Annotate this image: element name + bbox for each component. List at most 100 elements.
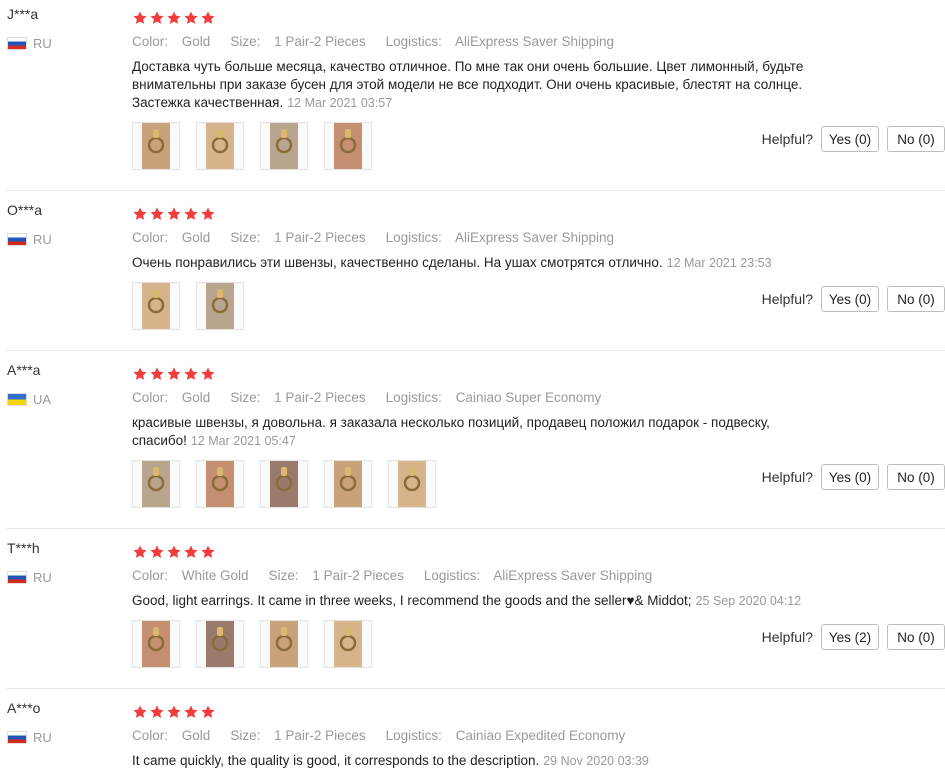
review-photo-thumbnail[interactable] bbox=[196, 460, 244, 508]
star-icon bbox=[166, 704, 182, 725]
rating-stars bbox=[132, 366, 216, 387]
review-photo-thumbnail[interactable] bbox=[324, 122, 372, 170]
helpful-label: Helpful? bbox=[761, 131, 813, 147]
reviewer-country: RU bbox=[7, 232, 52, 247]
logistics-info: Logistics: Cainiao Expedited Economy bbox=[385, 728, 626, 743]
star-icon bbox=[132, 10, 148, 31]
photo-icon bbox=[206, 461, 234, 507]
vote-no-button[interactable]: No (0) bbox=[887, 624, 945, 650]
country-code: RU bbox=[33, 570, 52, 585]
review-text: красивые швензы, я довольна. я заказала … bbox=[132, 414, 832, 450]
review-photos bbox=[132, 620, 372, 668]
rating-stars bbox=[132, 704, 216, 725]
review-body: Good, light earrings. It came in three w… bbox=[132, 593, 692, 608]
review-photo-thumbnail[interactable] bbox=[260, 460, 308, 508]
review-photo-thumbnail[interactable] bbox=[132, 122, 180, 170]
reviewer-country: UA bbox=[7, 392, 51, 407]
review-photo-thumbnail[interactable] bbox=[324, 620, 372, 668]
review-photo-thumbnail[interactable] bbox=[324, 460, 372, 508]
logistics-info: Logistics: AliExpress Saver Shipping bbox=[385, 34, 615, 49]
review-photo-thumbnail[interactable] bbox=[260, 620, 308, 668]
rating-stars bbox=[132, 544, 216, 565]
star-icon bbox=[166, 544, 182, 565]
star-icon bbox=[132, 206, 148, 227]
color-info: Color: Gold bbox=[132, 230, 211, 245]
review-photo-thumbnail[interactable] bbox=[132, 460, 180, 508]
review-body: Доставка чуть больше месяца, качество от… bbox=[132, 59, 804, 110]
logistics-info: Logistics: AliExpress Saver Shipping bbox=[423, 568, 653, 583]
photo-icon bbox=[334, 461, 362, 507]
star-icon bbox=[183, 544, 199, 565]
helpful-label: Helpful? bbox=[761, 629, 813, 645]
reviewer-name: J***a bbox=[7, 6, 39, 22]
photo-icon bbox=[206, 283, 234, 329]
photo-icon bbox=[270, 461, 298, 507]
size-info: Size: 1 Pair-2 Pieces bbox=[268, 568, 404, 583]
order-details: Color: Gold Size: 1 Pair-2 Pieces Logistic… bbox=[132, 230, 634, 245]
order-details: Color: White Gold Size: 1 Pair-2 Pieces Lo… bbox=[132, 568, 672, 583]
vote-yes-button[interactable]: Yes (0) bbox=[821, 286, 879, 312]
photo-icon bbox=[334, 621, 362, 667]
vote-no-button[interactable]: No (0) bbox=[887, 126, 945, 152]
review-photos bbox=[132, 460, 436, 508]
country-flag-icon bbox=[7, 37, 27, 50]
helpful-vote: Helpful? Yes (0) No (0) bbox=[762, 126, 945, 152]
helpful-vote: Helpful? Yes (2) No (0) bbox=[762, 624, 945, 650]
review-photos bbox=[132, 282, 244, 330]
review-date: 12 Mar 2021 05:47 bbox=[190, 434, 296, 448]
review-photo-thumbnail[interactable] bbox=[132, 282, 180, 330]
reviewer-country: RU bbox=[7, 730, 52, 745]
star-icon bbox=[132, 544, 148, 565]
logistics-info: Logistics: Cainiao Super Economy bbox=[385, 390, 602, 405]
helpful-label: Helpful? bbox=[761, 291, 813, 307]
color-info: Color: Gold bbox=[132, 390, 211, 405]
vote-yes-button[interactable]: Yes (2) bbox=[821, 624, 879, 650]
star-icon bbox=[149, 206, 165, 227]
review-photo-thumbnail[interactable] bbox=[196, 620, 244, 668]
review-date: 25 Sep 2020 04:12 bbox=[695, 594, 802, 608]
review-text: Очень понравились эти швензы, качественн… bbox=[132, 254, 832, 272]
review-divider bbox=[6, 350, 945, 351]
country-code: RU bbox=[33, 232, 52, 247]
review-photo-thumbnail[interactable] bbox=[132, 620, 180, 668]
star-icon bbox=[200, 10, 216, 31]
review-photo-thumbnail[interactable] bbox=[196, 122, 244, 170]
review-text: It came quickly, the quality is good, it… bbox=[132, 752, 832, 770]
review-photo-thumbnail[interactable] bbox=[388, 460, 436, 508]
reviewer-country: RU bbox=[7, 570, 52, 585]
color-info: Color: White Gold bbox=[132, 568, 249, 583]
review-photo-thumbnail[interactable] bbox=[260, 122, 308, 170]
vote-yes-button[interactable]: Yes (0) bbox=[821, 464, 879, 490]
review-divider bbox=[6, 190, 945, 191]
review-text: Доставка чуть больше месяца, качество от… bbox=[132, 58, 832, 112]
star-icon bbox=[183, 10, 199, 31]
vote-no-button[interactable]: No (0) bbox=[887, 464, 945, 490]
vote-no-button[interactable]: No (0) bbox=[887, 286, 945, 312]
star-icon bbox=[200, 206, 216, 227]
review-photo-thumbnail[interactable] bbox=[196, 282, 244, 330]
review-photos bbox=[132, 122, 372, 170]
star-icon bbox=[149, 704, 165, 725]
star-icon bbox=[200, 704, 216, 725]
photo-icon bbox=[206, 123, 234, 169]
size-info: Size: 1 Pair-2 Pieces bbox=[230, 230, 366, 245]
photo-icon bbox=[270, 123, 298, 169]
star-icon bbox=[200, 366, 216, 387]
photo-icon bbox=[334, 123, 362, 169]
helpful-vote: Helpful? Yes (0) No (0) bbox=[762, 464, 945, 490]
photo-icon bbox=[142, 283, 170, 329]
photo-icon bbox=[142, 621, 170, 667]
rating-stars bbox=[132, 10, 216, 31]
reviewer-name: O***a bbox=[7, 202, 43, 218]
vote-yes-button[interactable]: Yes (0) bbox=[821, 126, 879, 152]
review-body: It came quickly, the quality is good, it… bbox=[132, 753, 540, 768]
star-icon bbox=[166, 206, 182, 227]
country-flag-icon bbox=[7, 571, 27, 584]
rating-stars bbox=[132, 206, 216, 227]
reviewer-country: RU bbox=[7, 36, 52, 51]
country-flag-icon bbox=[7, 731, 27, 744]
order-details: Color: Gold Size: 1 Pair-2 Pieces Logistic… bbox=[132, 390, 621, 405]
country-code: RU bbox=[33, 36, 52, 51]
star-icon bbox=[132, 366, 148, 387]
reviewer-name: T***h bbox=[7, 540, 40, 556]
